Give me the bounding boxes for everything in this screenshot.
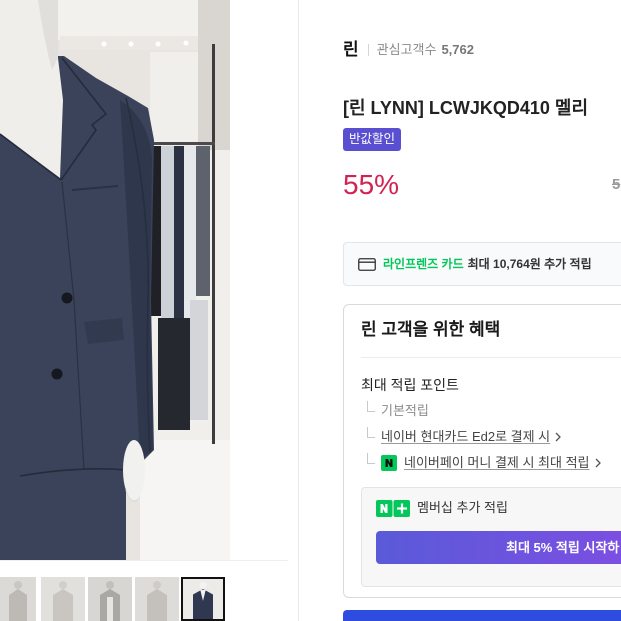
discount-rate: 55% <box>343 169 400 200</box>
original-price: 5 <box>612 176 621 193</box>
membership-box: 멤버십 추가 적립 최대 5% 적립 시작하 <box>361 487 621 587</box>
membership-label: 멤버십 추가 적립 <box>417 500 508 515</box>
thumbnail[interactable] <box>41 577 85 621</box>
benefits-divider <box>361 357 621 358</box>
card-benefit-text: 최대 10,764원 추가 적립 <box>467 257 592 271</box>
tree-connector <box>367 427 375 438</box>
card-name: 라인프렌즈 카드 <box>383 257 464 271</box>
credit-card-icon <box>358 257 376 271</box>
tree-connector <box>367 401 375 412</box>
product-main-image <box>0 0 230 560</box>
product-title: [린 LYNN] LCWJKQD410 멜리 <box>343 98 589 118</box>
interest-customers-count: 5,762 <box>441 42 474 57</box>
separator <box>367 44 369 56</box>
card-promo-banner[interactable]: 라인프렌즈 카드 최대 10,764원 추가 적립 <box>343 242 621 286</box>
product-photo <box>0 0 230 560</box>
naverpay-n-icon <box>381 455 397 471</box>
chevron-right-icon <box>555 432 562 442</box>
thumbnail[interactable] <box>0 577 36 621</box>
thumbnail[interactable] <box>135 577 179 621</box>
naver-plus-membership-icon <box>376 500 410 517</box>
gallery-divider <box>0 560 288 561</box>
benefits-title: 린 고객을 위한 혜택 <box>361 320 501 339</box>
interest-customers-label: 관심고객수 <box>376 42 437 57</box>
store-name-link[interactable]: 린 <box>343 40 359 60</box>
store-benefits-panel: 린 고객을 위한 혜택 최대 적립 포인트 기본적립 네이버 현대카드 Ed2로… <box>343 304 621 598</box>
thumbnail[interactable] <box>88 577 132 621</box>
store-row: 린 관심고객수 5,762 <box>343 40 474 60</box>
sale-badge: 반값할인 <box>343 128 402 151</box>
benefit-item-label[interactable]: 네이버페이 머니 결제 시 최대 적립 <box>404 454 590 472</box>
benefit-item-label[interactable]: 네이버 현대카드 Ed2로 결제 시 <box>381 428 550 446</box>
panel-divider <box>298 0 299 621</box>
membership-start-button[interactable]: 최대 5% 적립 시작하 <box>376 531 621 564</box>
buy-button[interactable] <box>343 610 621 621</box>
chevron-right-icon <box>595 458 601 468</box>
benefit-item-label: 기본적립 <box>381 403 429 418</box>
benefit-item-naverpay[interactable]: 네이버페이 머니 결제 시 최대 적립 <box>367 453 601 472</box>
max-points-label: 최대 적립 포인트 <box>361 377 459 393</box>
benefit-item-hyundai-card[interactable]: 네이버 현대카드 Ed2로 결제 시 <box>367 427 562 446</box>
benefit-item-basic: 기본적립 <box>367 401 429 420</box>
tree-connector <box>367 453 375 464</box>
thumbnail[interactable] <box>181 577 225 621</box>
